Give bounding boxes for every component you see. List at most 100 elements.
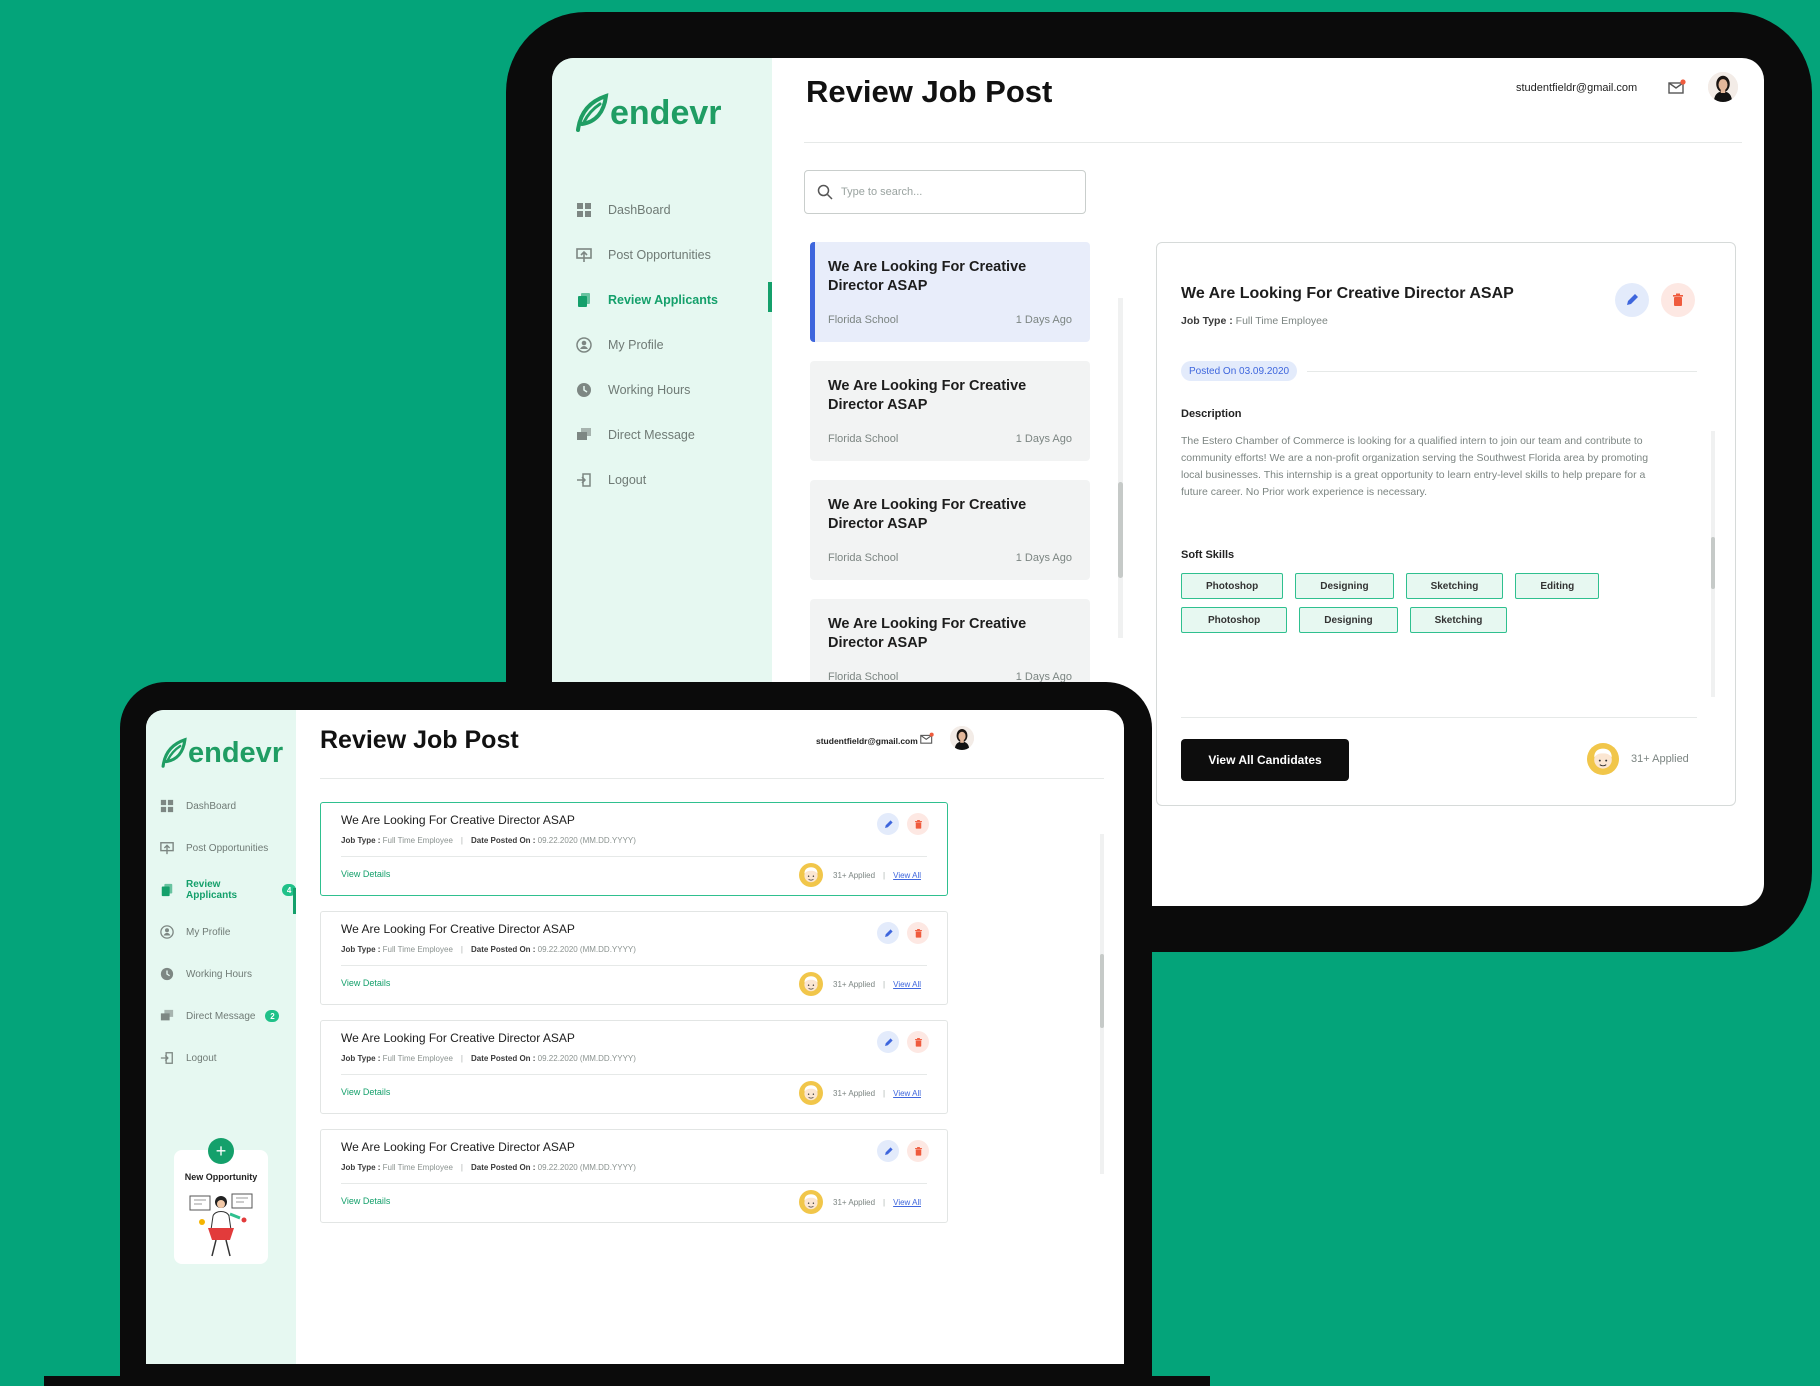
sidebar-item-working-hours[interactable]: Working Hours bbox=[552, 375, 772, 405]
sidebar-item-post-opportunities[interactable]: Post Opportunities bbox=[146, 836, 296, 860]
job-school: Florida School bbox=[828, 433, 899, 445]
sidebar-item-review-applicants[interactable]: Review Applicants 4 bbox=[146, 878, 296, 902]
search-input[interactable]: Type to search... bbox=[804, 170, 1086, 214]
message-icon bbox=[576, 427, 592, 443]
sidebar-item-post-opportunities[interactable]: Post Opportunities bbox=[552, 240, 772, 270]
header-divider bbox=[320, 778, 1104, 779]
mail-notification-icon[interactable] bbox=[920, 732, 934, 745]
job-age: 1 Days Ago bbox=[1015, 433, 1072, 445]
sidebar-item-working-hours[interactable]: Working Hours bbox=[146, 962, 296, 986]
edit-button[interactable] bbox=[877, 813, 899, 835]
divider bbox=[1307, 371, 1697, 372]
brand-name: endevr bbox=[610, 93, 722, 132]
sidebar-item-dashboard[interactable]: DashBoard bbox=[146, 794, 296, 818]
mail-notification-icon[interactable] bbox=[1668, 79, 1686, 95]
add-icon[interactable]: + bbox=[208, 1138, 234, 1164]
pencil-icon bbox=[883, 1146, 894, 1157]
header-user-area bbox=[920, 726, 974, 750]
avatar[interactable] bbox=[950, 726, 974, 750]
brand-logo[interactable]: endevr bbox=[160, 736, 283, 770]
page-title: Review Job Post bbox=[320, 726, 519, 754]
list-scrollbar-thumb[interactable] bbox=[1100, 954, 1104, 1028]
sidebar-item-direct-message[interactable]: Direct Message bbox=[552, 420, 772, 450]
sidebar-item-my-profile[interactable]: My Profile bbox=[552, 330, 772, 360]
view-details-link[interactable]: View Details bbox=[341, 1196, 390, 1206]
view-details-link[interactable]: View Details bbox=[341, 1087, 390, 1097]
list-scrollbar-thumb[interactable] bbox=[1118, 482, 1123, 578]
delete-button[interactable] bbox=[907, 1140, 929, 1162]
job-list-item[interactable]: We Are Looking For Creative Director ASA… bbox=[810, 361, 1090, 461]
job-post-card[interactable]: We Are Looking For Creative Director ASA… bbox=[320, 802, 948, 896]
new-opportunity-card[interactable]: + New Opportunity bbox=[174, 1138, 268, 1264]
job-title: We Are Looking For Creative Director ASA… bbox=[828, 378, 1027, 413]
detail-job-type: Job Type : Full Time Employee bbox=[1181, 315, 1328, 327]
job-list-item[interactable]: We Are Looking For Creative Director ASA… bbox=[810, 242, 1090, 342]
job-post-card[interactable]: We Are Looking For Creative Director ASA… bbox=[320, 911, 948, 1005]
view-details-link[interactable]: View Details bbox=[341, 869, 390, 879]
skill-tag: Designing bbox=[1299, 607, 1398, 633]
laptop-base bbox=[44, 1376, 1210, 1386]
sidebar-item-review-applicants[interactable]: Review Applicants bbox=[552, 285, 772, 315]
view-details-link[interactable]: View Details bbox=[341, 978, 390, 988]
sidebar-item-logout[interactable]: Logout bbox=[146, 1046, 296, 1070]
applicant-avatar-icon bbox=[799, 863, 823, 887]
user-email: studentfieldr@gmail.com bbox=[816, 736, 918, 746]
applicant-avatar-icon bbox=[799, 1081, 823, 1105]
job-meta: Job Type : Full Time Employee | Date Poste… bbox=[341, 1163, 636, 1172]
brand-name: endevr bbox=[188, 736, 284, 769]
job-title: We Are Looking For Creative Director ASA… bbox=[341, 922, 575, 936]
edit-button[interactable] bbox=[1615, 283, 1649, 317]
edit-button[interactable] bbox=[877, 1031, 899, 1053]
applicants-icon bbox=[576, 292, 592, 308]
message-icon bbox=[160, 1009, 174, 1023]
edit-button[interactable] bbox=[877, 1140, 899, 1162]
trash-icon bbox=[913, 928, 924, 939]
view-all-link[interactable]: View All bbox=[893, 980, 921, 989]
view-all-link[interactable]: View All bbox=[893, 1198, 921, 1207]
delete-button[interactable] bbox=[907, 813, 929, 835]
delete-button[interactable] bbox=[1661, 283, 1695, 317]
job-title: We Are Looking For Creative Director ASA… bbox=[341, 1140, 575, 1154]
brand-logo[interactable]: endevr bbox=[574, 92, 722, 134]
laptop-screen: endevr DashBoard Post Opportunities Revi… bbox=[146, 710, 1124, 1364]
active-indicator bbox=[768, 282, 772, 312]
view-all-link[interactable]: View All bbox=[893, 1089, 921, 1098]
applied-count: 31+ Applied | View All bbox=[799, 972, 921, 996]
logout-icon bbox=[160, 1051, 174, 1065]
list-scrollbar[interactable] bbox=[1118, 298, 1123, 638]
header-user-area bbox=[1668, 72, 1738, 102]
profile-icon bbox=[576, 337, 592, 353]
logout-icon bbox=[576, 472, 592, 488]
job-list-item[interactable]: We Are Looking For Creative Director ASA… bbox=[810, 480, 1090, 580]
edit-button[interactable] bbox=[877, 922, 899, 944]
trash-icon bbox=[1670, 292, 1686, 308]
sidebar-item-my-profile[interactable]: My Profile bbox=[146, 920, 296, 944]
applicant-avatar-icon bbox=[1587, 743, 1619, 775]
avatar[interactable] bbox=[1708, 72, 1738, 102]
skills-list: Photoshop Designing Sketching Editing Ph… bbox=[1181, 573, 1681, 633]
divider bbox=[341, 1074, 927, 1075]
delete-button[interactable] bbox=[907, 922, 929, 944]
applied-count: 31+ Applied | View All bbox=[799, 1081, 921, 1105]
dashboard-icon bbox=[576, 202, 592, 218]
divider bbox=[341, 1183, 927, 1184]
skill-tag: Editing bbox=[1515, 573, 1600, 599]
sidebar-item-dashboard[interactable]: DashBoard bbox=[552, 195, 772, 225]
delete-button[interactable] bbox=[907, 1031, 929, 1053]
applied-count: 31+ Applied | View All bbox=[799, 1190, 921, 1214]
job-age: 1 Days Ago bbox=[1015, 314, 1072, 326]
applied-count: 31+ Applied | View All bbox=[799, 863, 921, 887]
new-opportunity-label: New Opportunity bbox=[184, 1172, 258, 1182]
job-title: We Are Looking For Creative Director ASA… bbox=[828, 259, 1027, 294]
trash-icon bbox=[913, 819, 924, 830]
illustration-icon bbox=[189, 1193, 253, 1257]
sidebar-item-logout[interactable]: Logout bbox=[552, 465, 772, 495]
view-all-link[interactable]: View All bbox=[893, 871, 921, 880]
applicant-avatar-icon bbox=[799, 972, 823, 996]
trash-icon bbox=[913, 1146, 924, 1157]
view-all-candidates-button[interactable]: View All Candidates bbox=[1181, 739, 1349, 781]
job-post-card[interactable]: We Are Looking For Creative Director ASA… bbox=[320, 1020, 948, 1114]
detail-scrollbar-thumb[interactable] bbox=[1711, 537, 1715, 589]
sidebar-item-direct-message[interactable]: Direct Message 2 bbox=[146, 1004, 296, 1028]
job-post-card[interactable]: We Are Looking For Creative Director ASA… bbox=[320, 1129, 948, 1223]
